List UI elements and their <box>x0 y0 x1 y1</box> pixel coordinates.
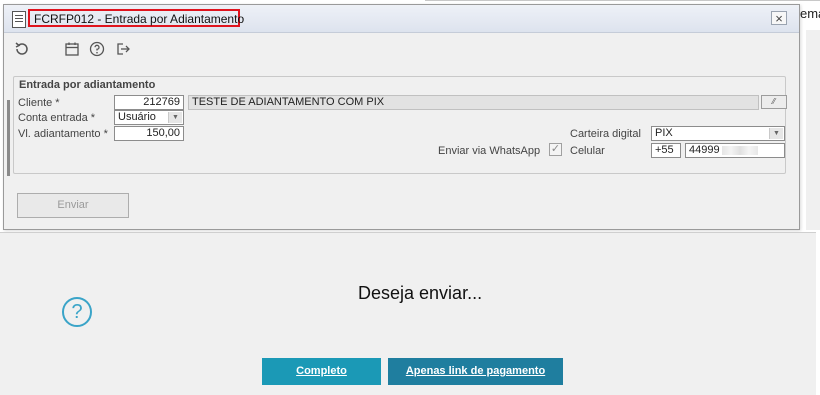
enviar-button[interactable]: Enviar <box>17 193 129 218</box>
toolbar <box>4 33 799 63</box>
carteira-digital-label: Carteira digital <box>570 128 641 140</box>
carteira-digital-select[interactable]: PIX ▼ <box>651 126 785 141</box>
enviar-whatsapp-checkbox[interactable]: ✓ <box>549 143 562 156</box>
cliente-label: Cliente * <box>18 97 60 109</box>
dialog-message: Deseja enviar... <box>358 283 483 303</box>
celular-number-field[interactable]: 44999 <box>685 143 785 158</box>
group-title: Entrada por adiantamento <box>17 79 158 91</box>
background-partial-text: ema <box>800 6 820 21</box>
apenas-link-button[interactable]: Apenas link de pagamento <box>388 358 563 385</box>
main-window: FCRFP012 - Entrada por Adiantamento × En… <box>3 4 800 230</box>
redacted-digits <box>721 145 758 155</box>
vl-adiantamento-label: Vl. adiantamento * <box>18 128 108 140</box>
document-icon <box>12 11 26 28</box>
completo-button[interactable]: Completo <box>262 358 381 385</box>
refresh-icon[interactable] <box>13 40 31 58</box>
conta-entrada-select[interactable]: Usuário ▼ <box>114 110 184 125</box>
carteira-digital-value: PIX <box>655 127 673 139</box>
enviar-whatsapp-label: Enviar via WhatsApp <box>438 145 541 157</box>
chevron-down-icon[interactable]: ▼ <box>168 112 182 123</box>
conta-entrada-value: Usuário <box>118 111 156 123</box>
close-button[interactable]: × <box>771 11 787 25</box>
left-edge-bar <box>7 100 10 176</box>
window-title: FCRFP012 - Entrada por Adiantamento <box>34 12 245 26</box>
background-divider <box>425 0 820 1</box>
celular-ddi-field[interactable]: +55 <box>651 143 681 158</box>
question-icon: ? <box>62 297 92 327</box>
cliente-lookup-button[interactable]: ⁄⁄ <box>761 95 787 109</box>
title-bar: FCRFP012 - Entrada por Adiantamento × <box>4 5 799 33</box>
conta-entrada-label: Conta entrada * <box>18 112 96 124</box>
vl-adiantamento-field[interactable]: 150,00 <box>114 126 184 141</box>
help-icon[interactable] <box>88 40 106 58</box>
celular-label: Celular <box>570 145 605 157</box>
celular-number-value: 44999 <box>689 144 720 156</box>
chevron-down-icon[interactable]: ▼ <box>769 128 783 139</box>
cliente-code-field[interactable]: 212769 <box>114 95 184 110</box>
calendar-icon[interactable] <box>63 40 81 58</box>
confirm-dialog: ? Deseja enviar... Completo Apenas link … <box>0 232 816 395</box>
cliente-name-field: TESTE DE ADIANTAMENTO COM PIX <box>188 95 759 110</box>
background-panel <box>806 30 820 230</box>
exit-icon[interactable] <box>114 40 132 58</box>
